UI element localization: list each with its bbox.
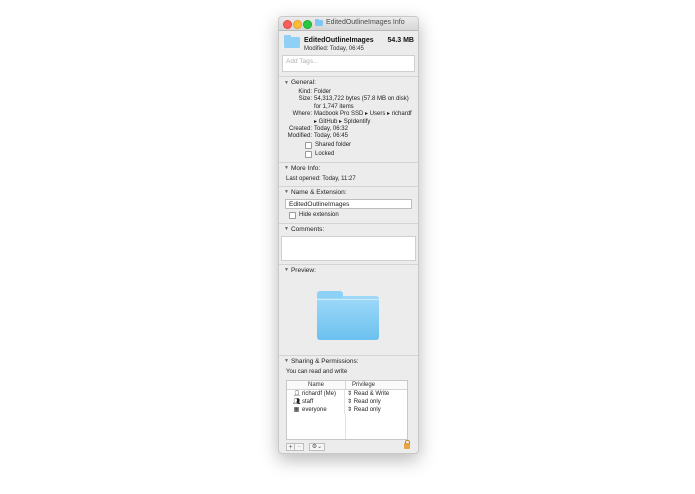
remove-permission-button[interactable]: − — [295, 443, 304, 452]
group-icon: 👥︎ — [293, 398, 301, 405]
privilege-select[interactable]: ⇕ Read only — [345, 406, 407, 414]
disclosure-triangle-icon: ▼ — [284, 358, 289, 365]
hide-extension-row[interactable]: Hide extension — [289, 211, 418, 220]
shared-folder-checkbox-row[interactable]: Shared folder — [305, 141, 418, 150]
disclosure-triangle-icon: ▼ — [284, 189, 289, 196]
general-row-created: Created: Today, 06:32 — [279, 126, 418, 133]
where-label: Where: — [292, 111, 312, 118]
sharing-summary: You can read and write — [286, 368, 348, 375]
privilege-value: Read & Write — [353, 390, 390, 397]
preview-heading: Preview: — [290, 266, 316, 274]
general-row-kind: Kind: Folder — [279, 89, 418, 96]
folder-preview-icon — [317, 290, 379, 340]
table-row[interactable]: 👤︎ richardf (Me) ⇕ Read & Write — [287, 389, 407, 398]
add-permission-button[interactable]: + — [286, 443, 295, 452]
preview-area — [279, 274, 418, 352]
info-window: EditedOutlineImages Info EditedOutlineIm… — [278, 16, 419, 454]
comments-disclosure[interactable]: ▼ Comments: — [279, 226, 418, 233]
disclosure-triangle-icon: ▼ — [284, 226, 289, 233]
sharing-section: ▼ Sharing & Permissions: You can read an… — [279, 354, 418, 453]
disclosure-triangle-icon: ▼ — [284, 267, 289, 274]
table-row[interactable]: 👥︎ staff ⇕ Read only — [287, 397, 407, 406]
general-row-where: Where: Macbook Pro SSD ▸ Users ▸ richardf… — [279, 111, 418, 126]
locked-checkbox[interactable] — [305, 150, 312, 158]
folder-icon — [315, 18, 323, 26]
permission-name: staff — [302, 398, 314, 405]
where-value: Macbook Pro SSD ▸ Users ▸ richardf ▸ Git… — [314, 111, 412, 125]
everyone-icon: ▦ — [293, 406, 300, 413]
permissions-table: Name Privilege 👤︎ richardf (Me) ⇕ Read &… — [286, 379, 408, 440]
title-bar[interactable]: EditedOutlineImages Info — [279, 17, 418, 31]
kind-label: Kind: — [298, 89, 312, 95]
permissions-toolbar: + − ⚙︎⌄ — [286, 439, 410, 452]
column-divider — [345, 413, 346, 439]
locked-label: Locked — [315, 150, 335, 157]
hide-extension-label: Hide extension — [299, 211, 339, 218]
preview-disclosure[interactable]: ▼ Preview: — [279, 267, 418, 274]
size-value: 54,313,722 bytes (57.8 MB on disk) for 1… — [314, 96, 409, 110]
name-input[interactable]: EditedOutlineImages — [285, 198, 412, 209]
preview-section: ▼ Preview: — [279, 263, 418, 355]
item-name: EditedOutlineImages — [304, 37, 374, 44]
item-header: EditedOutlineImages 54.3 MB Modified: To… — [279, 31, 418, 55]
permission-name-cell: ▦ everyone — [287, 405, 345, 414]
name-extension-section: ▼ Name & Extension: EditedOutlineImages … — [279, 185, 418, 223]
window-title-group: EditedOutlineImages Info — [315, 18, 405, 26]
permission-name: everyone — [302, 406, 327, 413]
comments-textarea[interactable] — [281, 235, 416, 261]
item-modified: Modified: Today, 06:45 — [304, 46, 364, 52]
general-row-modified: Modified: Today, 06:45 — [279, 133, 418, 140]
action-menu-button[interactable]: ⚙︎⌄ — [309, 443, 325, 452]
general-section: ▼ General: Kind: Folder Size: 54,313,722 b… — [279, 76, 418, 162]
general-details: Kind: Folder Size: 54,313,722 bytes (57.8 … — [279, 89, 418, 141]
comments-section: ▼ Comments: — [279, 222, 418, 264]
general-heading: General: — [290, 79, 316, 86]
privilege-select[interactable]: ⇕ Read & Write — [345, 390, 407, 398]
folder-icon — [284, 35, 300, 48]
tags-field[interactable]: Add Tags... — [282, 55, 415, 72]
sharing-disclosure[interactable]: ▼ Sharing & Permissions: — [279, 358, 418, 365]
permissions-header: Name Privilege — [287, 380, 407, 390]
sharing-heading: Sharing & Permissions: — [290, 357, 359, 365]
permission-name-cell: 👤︎ richardf (Me) — [287, 389, 345, 398]
modified-value: Today, 06:45 — [314, 133, 348, 140]
permission-name: richardf (Me) — [302, 390, 337, 397]
disclosure-triangle-icon: ▼ — [284, 79, 289, 86]
name-extension-disclosure[interactable]: ▼ Name & Extension: — [279, 189, 418, 196]
general-row-size: Size: 54,313,722 bytes (57.8 MB on disk) … — [279, 96, 418, 111]
last-opened: Last opened: Today, 11:27 — [286, 175, 356, 182]
kind-value: Folder — [314, 89, 332, 95]
zoom-button[interactable] — [303, 20, 312, 29]
privilege-value: Read only — [353, 398, 381, 405]
privilege-select[interactable]: ⇕ Read only — [345, 398, 407, 406]
disclosure-triangle-icon: ▼ — [284, 165, 289, 172]
user-icon: 👤︎ — [293, 390, 301, 397]
minimize-button[interactable] — [293, 20, 302, 29]
lock-icon[interactable] — [404, 439, 410, 449]
modified-label: Modified: — [287, 133, 312, 140]
privilege-value: Read only — [353, 406, 381, 413]
more-info-heading: More Info: — [290, 164, 321, 172]
created-value: Today, 06:32 — [314, 126, 348, 133]
permission-name-cell: 👥︎ staff — [287, 397, 345, 406]
more-info-section: ▼ More Info: Last opened: Today, 11:27 — [279, 161, 418, 186]
shared-folder-label: Shared folder — [315, 141, 352, 148]
close-button[interactable] — [283, 20, 292, 29]
column-privilege-header[interactable]: Privilege — [346, 381, 407, 389]
comments-heading: Comments: — [290, 225, 325, 233]
table-row[interactable]: ▦ everyone ⇕ Read only — [287, 405, 407, 414]
more-info-disclosure[interactable]: ▼ More Info: — [279, 165, 418, 172]
size-label: Size: — [298, 96, 312, 103]
shared-folder-checkbox[interactable] — [305, 141, 312, 149]
general-disclosure[interactable]: ▼ General: — [279, 79, 418, 86]
created-label: Created: — [288, 126, 312, 133]
locked-checkbox-row[interactable]: Locked — [305, 150, 418, 159]
window-title: EditedOutlineImages Info — [326, 19, 405, 26]
item-size: 54.3 MB — [387, 37, 414, 44]
name-extension-heading: Name & Extension: — [290, 188, 347, 196]
hide-extension-checkbox[interactable] — [289, 211, 296, 219]
column-name-header[interactable]: Name — [287, 380, 346, 389]
